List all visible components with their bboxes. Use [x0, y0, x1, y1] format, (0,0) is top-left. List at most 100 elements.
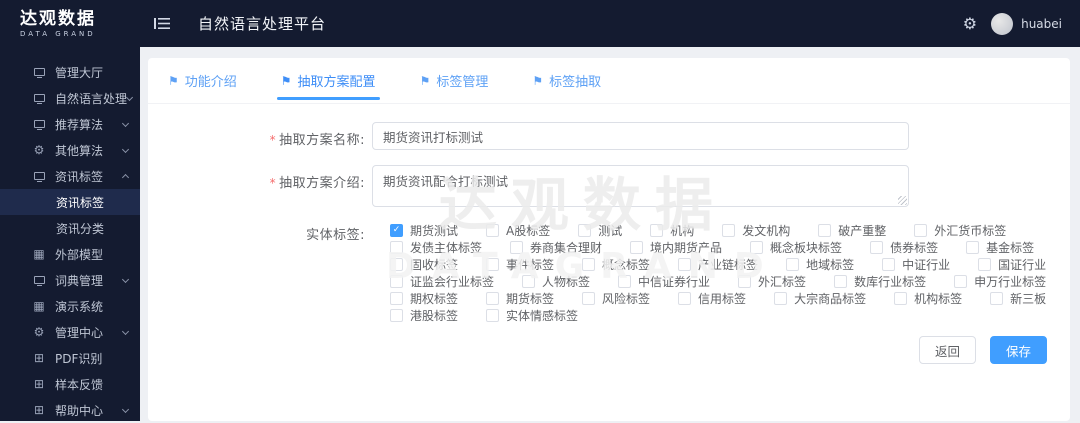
entity-checkbox-item[interactable]: 债券标签: [870, 239, 938, 256]
required-asterisk: *: [270, 133, 277, 147]
entity-checkbox-item[interactable]: 大宗商品标签: [774, 290, 866, 307]
sidebar-item-help-center[interactable]: ⊞ 帮助中心: [0, 397, 140, 423]
chevron-down-icon: [122, 327, 129, 334]
flag-icon: ⚑: [420, 75, 431, 87]
entity-checkbox-item[interactable]: 人物标签: [522, 273, 590, 290]
page-title: 自然语言处理平台: [198, 13, 326, 34]
chevron-up-icon: [122, 174, 129, 181]
sidebar-item-recommend-algo[interactable]: 推荐算法: [0, 111, 140, 137]
sidebar-item-admin-hall[interactable]: 管理大厅: [0, 59, 140, 85]
sidebar-item-other-algo[interactable]: ⚙ 其他算法: [0, 137, 140, 163]
entity-checkbox-item[interactable]: 基金标签: [966, 239, 1034, 256]
collapse-menu-icon[interactable]: [154, 17, 170, 30]
flag-icon: ⚑: [168, 75, 179, 87]
brand-name: 达观数据: [20, 10, 140, 29]
sidebar-item-news-tags[interactable]: 资讯标签: [0, 163, 140, 189]
monitor-icon: [32, 172, 46, 180]
checkbox-box: [630, 241, 643, 254]
monitor-icon: [32, 120, 46, 128]
checkbox-box: [582, 258, 595, 271]
checkbox-box: [486, 292, 499, 305]
sidebar-item-manage-center[interactable]: ⚙ 管理中心: [0, 319, 140, 345]
checkbox-box: [522, 275, 535, 288]
entity-checkbox-item[interactable]: 国证行业: [978, 256, 1046, 273]
flag-icon: ⚑: [281, 75, 292, 87]
sidebar-item-pdf-recognition[interactable]: ⊞ PDF识别: [0, 345, 140, 371]
sidebar-subitem-news-classify[interactable]: 资讯分类: [0, 215, 140, 241]
form-row-entity-labels: 实体标签: ✓期货测试 A股标签 测试 机构 发文机构 破产重整 外汇货币标签 …: [148, 222, 1070, 324]
entity-checkbox-item[interactable]: 外汇标签: [738, 273, 806, 290]
resize-handle[interactable]: [898, 196, 907, 205]
sidebar-item-external-models[interactable]: ▦ 外部模型: [0, 241, 140, 267]
checkbox-box: [390, 275, 403, 288]
entity-checkbox-item[interactable]: 发债主体标签: [390, 239, 482, 256]
entity-checkbox-item[interactable]: A股标签: [486, 222, 550, 239]
checkbox-box: [786, 258, 799, 271]
entity-checkbox-item[interactable]: 中信证券行业: [618, 273, 710, 290]
checkbox-box: [818, 224, 831, 237]
entity-checkbox-item[interactable]: 申万行业标签: [954, 273, 1046, 290]
checkbox-checked-icon: ✓: [390, 224, 403, 237]
entity-checkbox-item[interactable]: 外汇货币标签: [914, 222, 1006, 239]
scheme-desc-textarea[interactable]: 期货资讯配合打标测试: [372, 165, 909, 207]
sidebar-item-sample-feedback[interactable]: ⊞ 样本反馈: [0, 371, 140, 397]
checkbox-box: [486, 224, 499, 237]
entity-checkbox-item[interactable]: 地域标签: [786, 256, 854, 273]
entity-checkbox-item[interactable]: 机构: [650, 222, 694, 239]
scheme-name-input[interactable]: [372, 122, 909, 150]
entity-checkbox-item[interactable]: ✓期货测试: [390, 222, 458, 239]
settings-gear-icon[interactable]: ⚙: [963, 16, 977, 32]
entity-checkbox-item[interactable]: 期权标签: [390, 290, 458, 307]
checkbox-box: [390, 258, 403, 271]
entity-checkbox-item[interactable]: 风险标签: [582, 290, 650, 307]
checkbox-box: [390, 309, 403, 322]
tab-label-manage[interactable]: ⚑ 标签管理: [420, 58, 489, 103]
main-area: ⚑ 功能介绍 ⚑ 抽取方案配置 ⚑ 标签管理 ⚑ 标签抽取 达观数据 DATAG…: [140, 47, 1080, 421]
checkbox-box: [650, 224, 663, 237]
entity-checkbox-item[interactable]: 境内期货产品: [630, 239, 722, 256]
entity-checkbox-item[interactable]: 事件标签: [486, 256, 554, 273]
checkbox-row: 发债主体标签 券商集合理财 境内期货产品 概念板块标签 债券标签 基金标签: [390, 239, 1070, 256]
chevron-down-icon: [122, 119, 129, 126]
back-button[interactable]: 返回: [919, 336, 976, 364]
checkbox-box: [834, 275, 847, 288]
monitor-icon: [32, 68, 46, 76]
tab-extract-scheme-config[interactable]: ⚑ 抽取方案配置: [281, 58, 376, 103]
chevron-down-icon: [122, 145, 129, 152]
entity-checkbox-item[interactable]: 券商集合理财: [510, 239, 602, 256]
square-plus-icon: ⊞: [32, 377, 46, 391]
checkbox-row: ✓期货测试 A股标签 测试 机构 发文机构 破产重整 外汇货币标签: [390, 222, 1070, 239]
sidebar-item-dictionary[interactable]: 词典管理: [0, 267, 140, 293]
entity-checkbox-item[interactable]: 破产重整: [818, 222, 886, 239]
entity-checkbox-item[interactable]: 产业链标签: [678, 256, 758, 273]
checkbox-box: [870, 241, 883, 254]
checkbox-row: 证监会行业标签 人物标签 中信证券行业 外汇标签 数库行业标签 申万行业标签: [390, 273, 1070, 290]
brand-logo: 达观数据 DATA GRAND: [0, 10, 140, 38]
entity-checkbox-item[interactable]: 数库行业标签: [834, 273, 926, 290]
entity-checkbox-item[interactable]: 新三板: [990, 290, 1046, 307]
entity-checkbox-item[interactable]: 中证行业: [882, 256, 950, 273]
save-button[interactable]: 保存: [990, 336, 1047, 364]
entity-checkbox-item[interactable]: 固收标签: [390, 256, 458, 273]
entity-checkbox-item[interactable]: 机构标签: [894, 290, 962, 307]
entity-checkbox-item[interactable]: 发文机构: [722, 222, 790, 239]
entity-checkbox-item[interactable]: 证监会行业标签: [390, 273, 494, 290]
checkbox-box: [390, 292, 403, 305]
extract-scheme-form: *抽取方案名称: *抽取方案介绍: 期货资讯配合打标测试: [148, 104, 1070, 324]
entity-checkbox-item[interactable]: 概念标签: [582, 256, 650, 273]
user-menu[interactable]: huabei: [991, 13, 1062, 35]
tab-label-extract[interactable]: ⚑ 标签抽取: [532, 58, 601, 103]
entity-checkbox-item[interactable]: 概念板块标签: [750, 239, 842, 256]
entity-checkbox-item[interactable]: 实体情感标签: [486, 307, 578, 324]
sidebar-item-demo-system[interactable]: ▦ 演示系统: [0, 293, 140, 319]
checkbox-box: [750, 241, 763, 254]
sidebar-subitem-news-tags[interactable]: 资讯标签: [0, 189, 140, 215]
entity-checkbox-item[interactable]: 测试: [578, 222, 622, 239]
entity-checkbox-item[interactable]: 期货标签: [486, 290, 554, 307]
sidebar-item-nlp[interactable]: 自然语言处理: [0, 85, 140, 111]
monitor-icon: [32, 276, 46, 284]
tab-feature-intro[interactable]: ⚑ 功能介绍: [168, 58, 237, 103]
square-plus-icon: ⊞: [32, 351, 46, 365]
entity-checkbox-item[interactable]: 港股标签: [390, 307, 458, 324]
entity-checkbox-item[interactable]: 信用标签: [678, 290, 746, 307]
